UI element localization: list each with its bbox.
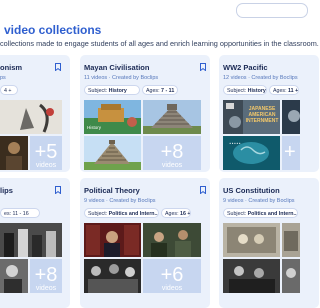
thumbnail-caption: History <box>87 125 102 130</box>
video-thumbnail[interactable] <box>0 136 28 170</box>
card-title[interactable]: lips <box>0 186 13 195</box>
card-meta: ps <box>0 75 6 81</box>
video-thumbnail[interactable]: History <box>84 100 141 134</box>
top-bar <box>0 0 308 20</box>
collections-grid: onism ps 4 + +5 videos Mayan Civilisatio <box>0 50 319 308</box>
page-heading: video collections <box>4 23 102 37</box>
ages-tag: Ages: 7 - 11 <box>142 85 178 95</box>
thumbnail-overlay-text: JAPANESE AMERICAN INTERNMENT <box>245 106 279 124</box>
video-thumbnail[interactable] <box>84 136 141 170</box>
video-thumbnail[interactable] <box>282 259 300 293</box>
collection-card[interactable]: Mayan Civilisation 11 videos · Created b… <box>80 55 210 172</box>
more-count: +8 <box>160 141 184 163</box>
collection-card[interactable]: WW2 Pacific 12 videos · Created by Bocli… <box>219 55 319 172</box>
subject-tag: Subject: Politics and Intern... <box>223 208 298 218</box>
card-meta: 12 videos · Created by Boclips <box>223 75 298 81</box>
more-videos-tile[interactable]: +8 videos <box>143 136 201 170</box>
subject-tag: Subject: History <box>84 85 140 95</box>
more-count: +8 <box>34 264 58 286</box>
ages-tag: Ages: 11 + <box>269 85 299 95</box>
video-thumbnail[interactable] <box>282 223 300 257</box>
page-subheading: collections made to engage students of a… <box>0 39 319 48</box>
video-thumbnail[interactable] <box>84 223 141 257</box>
more-label: videos <box>35 285 57 292</box>
card-title[interactable]: onism <box>0 63 22 72</box>
card-title[interactable]: Mayan Civilisation <box>84 63 149 72</box>
video-thumbnail[interactable]: ••••• <box>223 136 280 170</box>
card-meta: 11 videos · Created by Boclips <box>84 75 159 81</box>
bookmark-icon[interactable] <box>55 63 61 71</box>
subject-tag: Subject: Politics and Intern... <box>84 208 159 218</box>
more-videos-tile[interactable]: +5 videos <box>30 136 62 170</box>
more-videos-tile[interactable]: +6 videos <box>143 259 201 293</box>
card-title[interactable]: WW2 Pacific <box>223 63 268 72</box>
more-label: videos <box>161 285 183 292</box>
card-title[interactable]: US Constitution <box>223 186 280 195</box>
video-thumbnail[interactable] <box>143 100 201 134</box>
card-meta: 9 videos · Created by Boclips <box>84 198 156 204</box>
card-tag: 4 + <box>0 85 18 95</box>
card-title[interactable]: Political Theory <box>84 186 140 195</box>
bookmark-icon[interactable] <box>200 63 206 71</box>
more-videos-tile[interactable]: +8 videos <box>30 259 62 293</box>
video-thumbnail[interactable]: JAPANESE AMERICAN INTERNMENT <box>223 100 280 134</box>
more-count: + <box>284 141 296 163</box>
svg-text:•••••: ••••• <box>229 141 241 146</box>
collection-card[interactable]: US Constitution 9 videos · Created by Bo… <box>219 178 319 308</box>
collection-card[interactable]: lips es: 11 - 16 +8 videos <box>0 178 70 308</box>
more-videos-tile[interactable]: + <box>282 136 300 170</box>
more-count: +6 <box>160 264 184 286</box>
video-thumbnail[interactable] <box>84 259 141 293</box>
more-label: videos <box>161 162 183 169</box>
ages-tag: es: 11 - 16 <box>0 208 40 218</box>
card-meta: 9 videos · Created by Boclips <box>223 198 295 204</box>
search-box[interactable] <box>236 3 308 18</box>
bookmark-icon[interactable] <box>200 186 206 194</box>
more-label: videos <box>35 162 57 169</box>
video-thumbnail[interactable] <box>0 100 62 134</box>
ages-tag: Ages: 16 + <box>161 208 191 218</box>
video-thumbnail[interactable] <box>0 259 28 293</box>
bookmark-icon[interactable] <box>55 186 61 194</box>
video-thumbnail[interactable] <box>223 223 280 257</box>
video-thumbnail[interactable] <box>223 259 280 293</box>
more-count: +5 <box>34 141 58 163</box>
video-thumbnail[interactable] <box>143 223 201 257</box>
collection-card[interactable]: onism ps 4 + +5 videos <box>0 55 70 172</box>
video-thumbnail[interactable] <box>282 100 300 134</box>
collection-card[interactable]: Political Theory 9 videos · Created by B… <box>80 178 210 308</box>
video-thumbnail[interactable] <box>0 223 62 257</box>
subject-tag: Subject: History <box>223 85 267 95</box>
